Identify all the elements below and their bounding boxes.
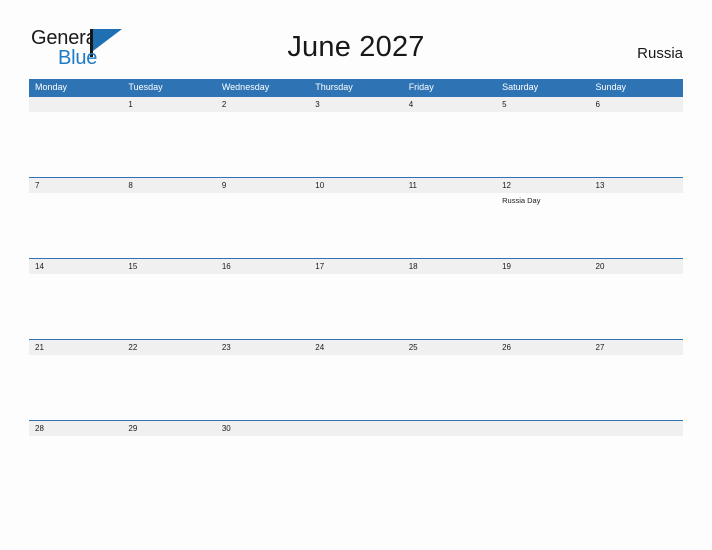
page-header: General Blue June 2027 Russia — [0, 0, 712, 78]
day-cell-events[interactable] — [122, 436, 215, 501]
day-cell-number[interactable]: 7 — [29, 178, 122, 193]
day-cell-events[interactable] — [216, 436, 309, 501]
day-cell-events[interactable] — [122, 274, 215, 339]
day-cell-number[interactable]: 4 — [403, 97, 496, 112]
day-cell-events[interactable] — [403, 355, 496, 420]
week-row: 7 8 9 10 11 12 13 Russia Day — [29, 177, 683, 258]
week-day-number-band: 14 15 16 17 18 19 20 — [29, 259, 683, 274]
day-cell-events[interactable] — [216, 355, 309, 420]
weekday-saturday: Saturday — [502, 82, 539, 92]
week-row: 28 29 30 — [29, 420, 683, 501]
day-cell-events[interactable] — [309, 193, 402, 258]
day-cell-number[interactable]: 2 — [216, 97, 309, 112]
week-day-number-band: 7 8 9 10 11 12 13 — [29, 178, 683, 193]
day-cell-number[interactable]: 19 — [496, 259, 589, 274]
day-cell-events[interactable] — [29, 112, 122, 177]
day-cell-number[interactable]: 21 — [29, 340, 122, 355]
day-cell-number[interactable]: 12 — [496, 178, 589, 193]
week-event-band — [29, 274, 683, 339]
day-cell-events[interactable] — [29, 274, 122, 339]
day-cell-number[interactable]: 13 — [590, 178, 683, 193]
day-cell-number[interactable]: 30 — [216, 421, 309, 436]
day-cell-number[interactable]: 1 — [122, 97, 215, 112]
day-cell-events[interactable] — [309, 436, 402, 501]
weekday-sunday: Sunday — [595, 82, 627, 92]
day-cell-events[interactable] — [122, 112, 215, 177]
day-cell-number[interactable]: 5 — [496, 97, 589, 112]
day-cell-number[interactable]: 28 — [29, 421, 122, 436]
day-cell-number[interactable]: 14 — [29, 259, 122, 274]
day-cell-number[interactable]: 25 — [403, 340, 496, 355]
day-cell-number[interactable]: 16 — [216, 259, 309, 274]
day-cell-number[interactable]: 20 — [590, 259, 683, 274]
day-cell-number[interactable]: 17 — [309, 259, 402, 274]
week-day-number-band: 1 2 3 4 5 6 — [29, 97, 683, 112]
week-day-number-band: 28 29 30 — [29, 421, 683, 436]
day-cell-events[interactable] — [590, 355, 683, 420]
day-cell-events[interactable] — [496, 436, 589, 501]
page-title: June 2027 — [287, 31, 425, 63]
day-cell-events[interactable] — [216, 274, 309, 339]
day-cell-number[interactable] — [403, 421, 496, 436]
day-cell-number[interactable]: 23 — [216, 340, 309, 355]
day-cell-number[interactable]: 18 — [403, 259, 496, 274]
weekday-friday: Friday — [408, 82, 434, 92]
day-cell-events[interactable] — [29, 436, 122, 501]
day-cell-events[interactable] — [590, 112, 683, 177]
day-cell-number[interactable]: 9 — [216, 178, 309, 193]
day-cell-events[interactable] — [496, 355, 589, 420]
day-cell-events[interactable] — [122, 355, 215, 420]
week-event-band — [29, 436, 683, 501]
day-cell-events[interactable] — [29, 193, 122, 258]
day-cell-number[interactable]: 15 — [122, 259, 215, 274]
day-cell-events[interactable] — [122, 193, 215, 258]
event-text: Russia Day — [502, 196, 541, 205]
day-cell-number[interactable]: 29 — [122, 421, 215, 436]
region-label: Russia — [637, 45, 683, 62]
week-day-number-band: 21 22 23 24 25 26 27 — [29, 340, 683, 355]
day-cell-events[interactable] — [590, 274, 683, 339]
weekday-monday: Monday — [35, 82, 68, 92]
day-cell-number[interactable]: 10 — [309, 178, 402, 193]
day-cell-events[interactable] — [496, 274, 589, 339]
day-cell-events[interactable] — [590, 436, 683, 501]
day-cell-number[interactable]: 8 — [122, 178, 215, 193]
day-cell-number[interactable]: 11 — [403, 178, 496, 193]
weekday-wednesday: Wednesday — [221, 82, 270, 92]
day-cell-events[interactable] — [309, 274, 402, 339]
day-cell-number[interactable]: 27 — [590, 340, 683, 355]
week-event-band: Russia Day — [29, 193, 683, 258]
day-cell-events[interactable] — [216, 193, 309, 258]
weekday-tuesday: Tuesday — [128, 82, 163, 92]
day-cell-events[interactable] — [496, 112, 589, 177]
day-cell-events[interactable] — [403, 112, 496, 177]
week-row: 1 2 3 4 5 6 — [29, 96, 683, 177]
day-cell-number[interactable]: 6 — [590, 97, 683, 112]
day-cell-events[interactable] — [216, 112, 309, 177]
day-cell-number[interactable]: 24 — [309, 340, 402, 355]
weekday-thursday: Thursday — [315, 82, 353, 92]
day-cell-number[interactable] — [309, 421, 402, 436]
day-cell-events[interactable] — [590, 193, 683, 258]
calendar-grid: Monday Tuesday Wednesday Thursday Friday… — [29, 79, 683, 501]
day-cell-number[interactable] — [590, 421, 683, 436]
day-cell-events[interactable] — [403, 193, 496, 258]
week-event-band — [29, 112, 683, 177]
day-cell-number[interactable] — [29, 97, 122, 112]
day-cell-events[interactable] — [403, 274, 496, 339]
week-event-band — [29, 355, 683, 420]
week-row: 21 22 23 24 25 26 27 — [29, 339, 683, 420]
day-cell-events[interactable] — [403, 436, 496, 501]
day-cell-events[interactable]: Russia Day — [496, 193, 589, 258]
day-cell-events[interactable] — [309, 112, 402, 177]
day-cell-number[interactable]: 26 — [496, 340, 589, 355]
day-cell-number[interactable]: 3 — [309, 97, 402, 112]
weekday-header-row: Monday Tuesday Wednesday Thursday Friday… — [29, 79, 683, 96]
day-cell-events[interactable] — [29, 355, 122, 420]
week-row: 14 15 16 17 18 19 20 — [29, 258, 683, 339]
day-cell-number[interactable] — [496, 421, 589, 436]
day-cell-events[interactable] — [309, 355, 402, 420]
day-cell-number[interactable]: 22 — [122, 340, 215, 355]
